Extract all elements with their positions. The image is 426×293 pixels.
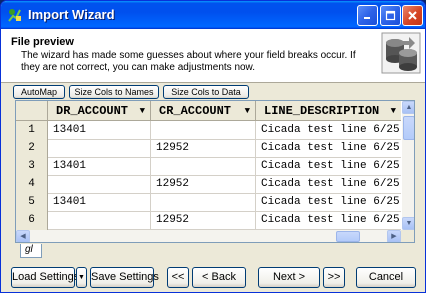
first-page-button[interactable]: << [167,267,189,288]
table-row[interactable]: 2 12952 Cicada test line 6/25 [16,139,401,158]
vertical-scroll-thumb[interactable] [403,116,414,140]
row-number: 1 [16,121,48,140]
close-button[interactable] [402,5,423,26]
cell-line-description[interactable]: Cicada test line 6/25 [256,175,401,194]
dropdown-arrow-icon[interactable]: ▼ [245,101,250,121]
database-icon [381,31,421,75]
table-row[interactable]: 4 12952 Cicada test line 6/25 [16,175,401,194]
column-header-line-description[interactable]: LINE_DESCRIPTION ▼ [256,101,401,121]
scroll-up-icon[interactable]: ▲ [402,101,414,114]
table-row[interactable]: 1 13401 Cicada test line 6/25 [16,121,401,140]
horizontal-scroll-thumb[interactable] [336,231,360,242]
cell-cr-account[interactable] [151,193,256,212]
minimize-button[interactable] [357,5,378,26]
cell-cr-account[interactable] [151,121,256,140]
cell-dr-account[interactable] [48,211,151,230]
cell-line-description[interactable]: Cicada test line 6/25 [256,139,401,158]
cell-line-description[interactable]: Cicada test line 6/25 [256,121,401,140]
page-title: File preview [11,36,74,48]
table-row[interactable]: 6 12952 Cicada test line 6/25 [16,211,401,230]
column-header-dr-account[interactable]: DR_ACCOUNT ▼ [48,101,151,121]
dropdown-arrow-icon[interactable]: ▼ [140,101,145,121]
cell-line-description[interactable]: Cicada test line 6/25 [256,157,401,176]
scroll-left-icon[interactable]: ◀ [16,230,30,242]
cell-line-description[interactable]: Cicada test line 6/25 [256,193,401,212]
wizard-button-bar: Load Settings ▼ Save Settings << < Back … [1,261,425,292]
grid-header-row: DR_ACCOUNT ▼ CR_ACCOUNT ▼ LINE_DESCRIPTION… [16,101,401,121]
last-page-button[interactable]: >> [323,267,345,288]
size-cols-to-data-button[interactable]: Size Cols to Data [163,85,249,99]
cell-cr-account[interactable] [151,157,256,176]
cell-cr-account[interactable]: 12952 [151,139,256,158]
close-icon [408,11,417,20]
cell-dr-account[interactable]: 13401 [48,121,151,140]
row-number: 4 [16,175,48,194]
cell-dr-account[interactable]: 13401 [48,157,151,176]
page-description: The wizard has made some guesses about w… [21,50,356,73]
automap-button[interactable]: AutoMap [13,85,65,99]
minimize-icon [364,17,370,19]
cell-dr-account[interactable] [48,139,151,158]
wizard-app-icon [7,7,23,23]
corner-header [16,101,48,121]
horizontal-scrollbar[interactable]: ◀ ▶ [16,230,401,242]
table-row[interactable]: 5 13401 Cicada test line 6/25 [16,193,401,212]
scroll-right-icon[interactable]: ▶ [387,230,401,242]
chevron-down-icon: ▼ [78,274,85,281]
scroll-down-icon[interactable]: ▼ [402,217,414,230]
preview-grid[interactable]: DR_ACCOUNT ▼ CR_ACCOUNT ▼ LINE_DESCRIPTION… [15,100,415,243]
back-button[interactable]: < Back [192,267,246,288]
sheet-tab-gl[interactable]: gl [20,244,42,258]
row-number: 3 [16,157,48,176]
table-row[interactable]: 3 13401 Cicada test line 6/25 [16,157,401,176]
cancel-button[interactable]: Cancel [356,267,416,288]
row-number: 6 [16,211,48,230]
cell-line-description[interactable]: Cicada test line 6/25 [256,211,401,230]
row-number: 5 [16,193,48,212]
window-title: Import Wizard [28,7,115,22]
cell-dr-account[interactable] [48,175,151,194]
vertical-scrollbar[interactable]: ▲ ▼ [401,101,414,230]
size-cols-to-names-button[interactable]: Size Cols to Names [69,85,159,99]
load-settings-button[interactable]: Load Settings [11,267,79,288]
cell-cr-account[interactable]: 12952 [151,175,256,194]
title-bar[interactable]: Import Wizard [1,1,425,29]
import-wizard-window: Import Wizard File preview The wizard ha… [0,0,426,293]
maximize-button[interactable] [380,5,401,26]
cell-dr-account[interactable]: 13401 [48,193,151,212]
column-header-cr-account[interactable]: CR_ACCOUNT ▼ [151,101,256,121]
maximize-icon [385,10,396,21]
cell-cr-account[interactable]: 12952 [151,211,256,230]
next-button[interactable]: Next > [258,267,320,288]
scrollbar-corner [401,230,414,242]
dropdown-arrow-icon[interactable]: ▼ [391,101,396,121]
row-number: 2 [16,139,48,158]
save-settings-button[interactable]: Save Settings [90,267,159,288]
wizard-header: File preview The wizard has made some gu… [1,29,425,83]
load-settings-dropdown-button[interactable]: ▼ [76,267,87,288]
